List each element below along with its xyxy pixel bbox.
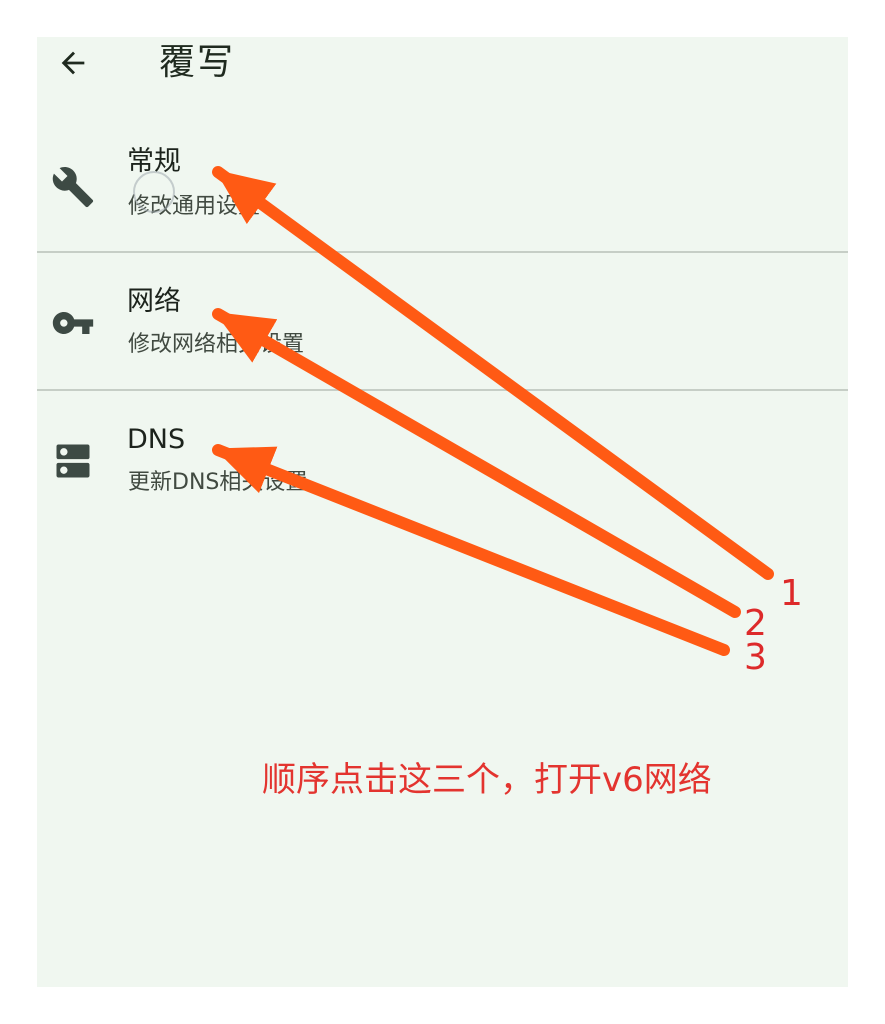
app-screen: 覆写 常规 修改通用设置 网络 修改网络相关设置 DNS 更新DNS相关设置 [37,37,848,987]
key-icon [51,301,95,345]
settings-item-label: 网络 [127,286,181,317]
step-marker-3: 3 [744,637,767,678]
back-button[interactable] [49,39,97,87]
dns-server-icon [51,439,95,483]
app-bar: 覆写 [37,37,848,89]
instruction-text: 顺序点击这三个，打开v6网络 [262,760,712,800]
settings-item-description: 修改网络相关设置 [128,332,305,357]
settings-item-label: DNS [127,424,186,455]
arrow-left-icon [61,51,85,75]
settings-item-description: 更新DNS相关设置 [128,470,308,495]
step-marker-1: 1 [780,573,803,614]
settings-item-dns[interactable]: DNS 更新DNS相关设置 [37,391,848,511]
page-title: 覆写 [159,42,236,83]
settings-item-network[interactable]: 网络 修改网络相关设置 [37,253,848,389]
wrench-icon [51,165,95,209]
touch-ripple [133,171,175,213]
